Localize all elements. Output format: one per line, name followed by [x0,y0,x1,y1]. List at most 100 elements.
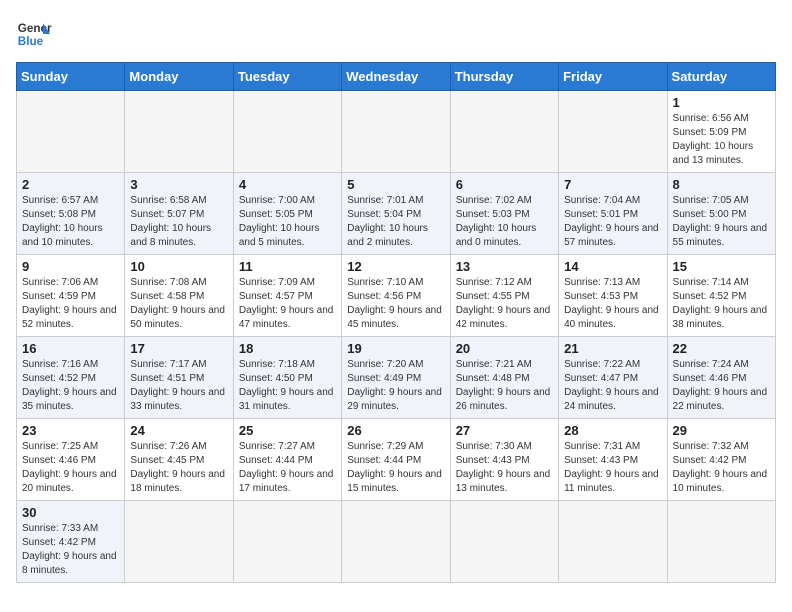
day-info: Sunrise: 7:29 AM Sunset: 4:44 PM Dayligh… [347,440,444,496]
calendar-header-saturday: Saturday [667,63,775,91]
calendar-day-cell: 22 Sunrise: 7:24 AM Sunset: 4:46 PM Dayli… [667,337,775,419]
day-info: Sunrise: 7:09 AM Sunset: 4:57 PM Dayligh… [239,276,336,332]
calendar-day-cell [342,501,450,583]
day-info: Sunrise: 7:17 AM Sunset: 4:51 PM Dayligh… [130,358,227,414]
day-info: Sunrise: 7:13 AM Sunset: 4:53 PM Dayligh… [564,276,661,332]
calendar-day-cell: 8 Sunrise: 7:05 AM Sunset: 5:00 PM Daylig… [667,173,775,255]
day-number: 23 [22,423,119,438]
day-number: 30 [22,505,119,520]
day-number: 22 [673,341,770,356]
day-number: 27 [456,423,553,438]
calendar-day-cell: 1 Sunrise: 6:56 AM Sunset: 5:09 PM Daylig… [667,91,775,173]
day-number: 15 [673,259,770,274]
day-info: Sunrise: 7:06 AM Sunset: 4:59 PM Dayligh… [22,276,119,332]
calendar-day-cell: 10 Sunrise: 7:08 AM Sunset: 4:58 PM Dayli… [125,255,233,337]
day-number: 7 [564,177,661,192]
calendar-day-cell: 30 Sunrise: 7:33 AM Sunset: 4:42 PM Dayli… [17,501,125,583]
day-info: Sunrise: 7:02 AM Sunset: 5:03 PM Dayligh… [456,194,553,250]
day-info: Sunrise: 6:57 AM Sunset: 5:08 PM Dayligh… [22,194,119,250]
day-info: Sunrise: 7:22 AM Sunset: 4:47 PM Dayligh… [564,358,661,414]
day-number: 25 [239,423,336,438]
calendar-day-cell: 2 Sunrise: 6:57 AM Sunset: 5:08 PM Daylig… [17,173,125,255]
day-info: Sunrise: 7:31 AM Sunset: 4:43 PM Dayligh… [564,440,661,496]
calendar-day-cell [233,501,341,583]
day-number: 19 [347,341,444,356]
day-info: Sunrise: 7:26 AM Sunset: 4:45 PM Dayligh… [130,440,227,496]
calendar-header-thursday: Thursday [450,63,558,91]
day-info: Sunrise: 7:01 AM Sunset: 5:04 PM Dayligh… [347,194,444,250]
logo: General Blue [16,16,52,52]
calendar-day-cell [450,91,558,173]
day-number: 4 [239,177,336,192]
calendar-week-row: 1 Sunrise: 6:56 AM Sunset: 5:09 PM Daylig… [17,91,776,173]
calendar-day-cell: 16 Sunrise: 7:16 AM Sunset: 4:52 PM Dayli… [17,337,125,419]
day-info: Sunrise: 7:10 AM Sunset: 4:56 PM Dayligh… [347,276,444,332]
day-number: 16 [22,341,119,356]
calendar-day-cell [450,501,558,583]
svg-text:Blue: Blue [18,35,44,48]
day-number: 3 [130,177,227,192]
day-info: Sunrise: 7:24 AM Sunset: 4:46 PM Dayligh… [673,358,770,414]
calendar-day-cell: 25 Sunrise: 7:27 AM Sunset: 4:44 PM Dayli… [233,419,341,501]
day-info: Sunrise: 7:08 AM Sunset: 4:58 PM Dayligh… [130,276,227,332]
calendar-day-cell: 29 Sunrise: 7:32 AM Sunset: 4:42 PM Dayli… [667,419,775,501]
calendar-day-cell [125,91,233,173]
calendar-day-cell: 20Sunrise: 7:21 AM Sunset: 4:48 PM Dayli… [450,337,558,419]
calendar-day-cell: 13 Sunrise: 7:12 AM Sunset: 4:55 PM Dayli… [450,255,558,337]
calendar-week-row: 23Sunrise: 7:25 AM Sunset: 4:46 PM Dayli… [17,419,776,501]
day-info: Sunrise: 7:04 AM Sunset: 5:01 PM Dayligh… [564,194,661,250]
calendar-day-cell [17,91,125,173]
calendar-day-cell: 18Sunrise: 7:18 AM Sunset: 4:50 PM Dayli… [233,337,341,419]
day-info: Sunrise: 7:12 AM Sunset: 4:55 PM Dayligh… [456,276,553,332]
day-number: 17 [130,341,227,356]
day-info: Sunrise: 7:16 AM Sunset: 4:52 PM Dayligh… [22,358,119,414]
calendar-day-cell: 15 Sunrise: 7:14 AM Sunset: 4:52 PM Dayli… [667,255,775,337]
calendar-day-cell: 23Sunrise: 7:25 AM Sunset: 4:46 PM Dayli… [17,419,125,501]
logo-icon: General Blue [16,16,52,52]
calendar-day-cell: 21 Sunrise: 7:22 AM Sunset: 4:47 PM Dayli… [559,337,667,419]
day-number: 12 [347,259,444,274]
day-info: Sunrise: 6:56 AM Sunset: 5:09 PM Dayligh… [673,112,770,168]
calendar-day-cell: 6Sunrise: 7:02 AM Sunset: 5:03 PM Daylig… [450,173,558,255]
day-number: 26 [347,423,444,438]
calendar-week-row: 16 Sunrise: 7:16 AM Sunset: 4:52 PM Dayli… [17,337,776,419]
day-number: 11 [239,259,336,274]
calendar-day-cell: 11 Sunrise: 7:09 AM Sunset: 4:57 PM Dayli… [233,255,341,337]
calendar-day-cell: 5Sunrise: 7:01 AM Sunset: 5:04 PM Daylig… [342,173,450,255]
calendar-day-cell: 27 Sunrise: 7:30 AM Sunset: 4:43 PM Dayli… [450,419,558,501]
day-info: Sunrise: 7:30 AM Sunset: 4:43 PM Dayligh… [456,440,553,496]
day-info: Sunrise: 7:20 AM Sunset: 4:49 PM Dayligh… [347,358,444,414]
calendar-day-cell: 17 Sunrise: 7:17 AM Sunset: 4:51 PM Dayli… [125,337,233,419]
calendar-day-cell: 3 Sunrise: 6:58 AM Sunset: 5:07 PM Daylig… [125,173,233,255]
calendar-day-cell: 28 Sunrise: 7:31 AM Sunset: 4:43 PM Dayli… [559,419,667,501]
day-number: 1 [673,95,770,110]
calendar-week-row: 9Sunrise: 7:06 AM Sunset: 4:59 PM Daylig… [17,255,776,337]
calendar-day-cell [559,91,667,173]
day-number: 10 [130,259,227,274]
calendar-day-cell [125,501,233,583]
day-info: Sunrise: 7:14 AM Sunset: 4:52 PM Dayligh… [673,276,770,332]
calendar-day-cell: 9Sunrise: 7:06 AM Sunset: 4:59 PM Daylig… [17,255,125,337]
calendar-week-row: 2 Sunrise: 6:57 AM Sunset: 5:08 PM Daylig… [17,173,776,255]
day-info: Sunrise: 7:32 AM Sunset: 4:42 PM Dayligh… [673,440,770,496]
day-info: Sunrise: 7:05 AM Sunset: 5:00 PM Dayligh… [673,194,770,250]
day-info: Sunrise: 7:18 AM Sunset: 4:50 PM Dayligh… [239,358,336,414]
day-info: Sunrise: 6:58 AM Sunset: 5:07 PM Dayligh… [130,194,227,250]
day-number: 8 [673,177,770,192]
calendar-day-cell: 4 Sunrise: 7:00 AM Sunset: 5:05 PM Daylig… [233,173,341,255]
day-number: 2 [22,177,119,192]
calendar-day-cell: 24 Sunrise: 7:26 AM Sunset: 4:45 PM Dayli… [125,419,233,501]
calendar-day-cell: 12 Sunrise: 7:10 AM Sunset: 4:56 PM Dayli… [342,255,450,337]
day-number: 13 [456,259,553,274]
day-number: 24 [130,423,227,438]
calendar-day-cell [559,501,667,583]
day-number: 20 [456,341,553,356]
day-number: 28 [564,423,661,438]
day-number: 21 [564,341,661,356]
day-info: Sunrise: 7:33 AM Sunset: 4:42 PM Dayligh… [22,522,119,578]
calendar-header-monday: Monday [125,63,233,91]
calendar-day-cell [233,91,341,173]
day-info: Sunrise: 7:27 AM Sunset: 4:44 PM Dayligh… [239,440,336,496]
day-info: Sunrise: 7:00 AM Sunset: 5:05 PM Dayligh… [239,194,336,250]
day-number: 29 [673,423,770,438]
